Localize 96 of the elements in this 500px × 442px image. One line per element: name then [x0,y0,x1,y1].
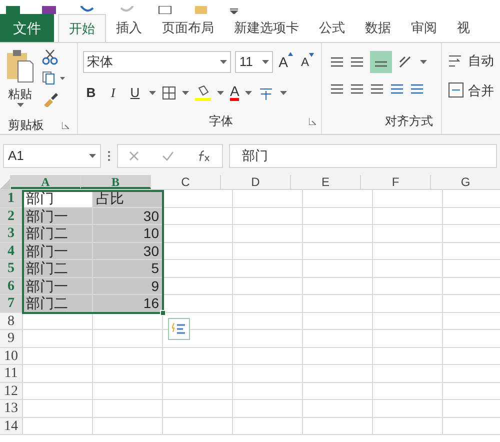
caret-icon [262,60,269,64]
dialog-launcher-icon[interactable] [309,118,316,124]
font-color-button[interactable]: A [230,84,240,102]
align-right-icon[interactable] [370,83,384,95]
caret-icon [217,90,224,95]
paste-label[interactable]: 粘贴 [8,85,32,103]
caret-icon [16,103,24,107]
caret-icon [245,90,252,95]
row-header[interactable]: 1 [0,190,23,206]
column-header[interactable]: C [151,175,221,189]
merge-label[interactable]: 合并 [468,80,494,100]
row-header[interactable]: 3 [0,225,23,242]
align-left-icon[interactable] [330,83,344,95]
ribbon-tab[interactable]: 数据 [355,14,401,42]
row-header[interactable]: 14 [0,418,23,434]
table-cell: 部门一 [23,242,93,259]
row-header[interactable]: 10 [0,348,23,364]
caret-icon [182,90,189,95]
ribbon-tab[interactable]: 插入 [106,14,152,42]
row-header[interactable]: 6 [0,278,23,294]
row-header[interactable]: 8 [0,312,23,329]
up-arrow-icon [288,52,293,56]
table-cell: 部门二 [23,295,93,312]
copy-icon[interactable] [42,71,66,85]
ribbon-tab[interactable]: 开始 [58,14,106,42]
column-header[interactable]: D [221,175,291,189]
font-name-field[interactable]: 宋体 [83,51,232,73]
table-cell: 部门一 [23,278,93,294]
check-icon[interactable] [162,151,174,161]
row-header[interactable]: 9 [0,330,23,346]
group-label: 剪贴板 [8,117,44,134]
bold-button[interactable]: B [83,83,99,102]
caret-icon [220,60,228,64]
table-cell: 30 [93,242,163,259]
row-header[interactable]: 2 [0,208,23,224]
row-header[interactable]: 7 [0,295,23,312]
caret-icon [149,90,156,95]
middle-align-icon[interactable] [350,56,364,68]
undo-icon[interactable] [78,6,96,14]
cut-icon[interactable] [42,49,58,65]
paste-icon[interactable] [6,49,34,83]
wrap-text-icon[interactable] [448,52,464,69]
caret-icon [420,60,427,64]
row-header[interactable]: 12 [0,382,23,399]
column-header[interactable]: F [361,175,431,189]
quick-analysis-icon [172,322,186,336]
table-cell: 部门二 [23,260,93,276]
column-header[interactable]: G [431,175,500,189]
ribbon-tab[interactable]: 页面布局 [152,14,224,42]
quick-analysis-button[interactable] [168,318,190,340]
italic-button[interactable]: I [105,83,121,102]
row-header[interactable]: 4 [0,242,23,259]
borders-icon[interactable] [162,86,176,100]
group-label: 对齐方式 [385,113,433,130]
table-cell: 30 [93,208,163,224]
insert-function-icon[interactable] [196,150,211,162]
row-header[interactable]: 13 [0,400,23,416]
grow-font-button[interactable]: A [276,52,295,72]
down-arrow-icon [309,53,314,57]
customize-menu-icon[interactable] [230,8,238,14]
caret-icon [280,90,288,95]
dialog-launcher-icon[interactable] [62,122,69,128]
top-align-icon[interactable] [330,56,344,68]
table-cell: 部门二 [23,225,93,242]
decrease-indent-icon[interactable] [390,83,404,95]
shrink-font-button[interactable]: A [298,53,316,71]
ribbon-tab[interactable]: 审阅 [401,14,447,42]
align-center-icon[interactable] [350,83,364,95]
increase-indent-icon[interactable] [410,83,424,95]
table-cell: 5 [93,260,163,276]
name-box[interactable]: A1 [3,144,101,168]
caret-icon [89,154,96,158]
ribbon-tab[interactable]: 新建选项卡 [224,14,309,42]
file-tab[interactable]: 文件 [0,14,54,42]
table-cell: 10 [93,225,163,242]
formula-field[interactable]: 部门 [229,144,497,168]
table-cell: 部门一 [23,208,93,224]
row-header[interactable]: 11 [0,365,23,382]
column-header[interactable]: B [81,175,151,189]
fill-handle[interactable] [160,310,166,316]
column-header[interactable]: A [11,175,81,189]
table-cell: 16 [93,295,163,312]
table-cell: 9 [93,278,163,294]
fill-bucket-icon[interactable] [195,84,211,101]
ribbon-tab[interactable]: 公式 [309,14,355,42]
font-size-field[interactable]: 11 [235,51,273,73]
ribbon-tab[interactable]: 视 [447,14,480,42]
group-label: 字体 [209,113,233,130]
format-painter-icon[interactable] [42,91,58,107]
more-options-icon[interactable] [107,150,111,162]
column-header[interactable]: E [291,175,361,189]
wrap-text-label[interactable]: 自动 [468,51,494,70]
bottom-align-button[interactable] [370,51,392,73]
underline-button[interactable]: U [127,83,143,102]
row-header[interactable]: 5 [0,260,23,276]
merge-cells-icon[interactable] [448,82,464,98]
